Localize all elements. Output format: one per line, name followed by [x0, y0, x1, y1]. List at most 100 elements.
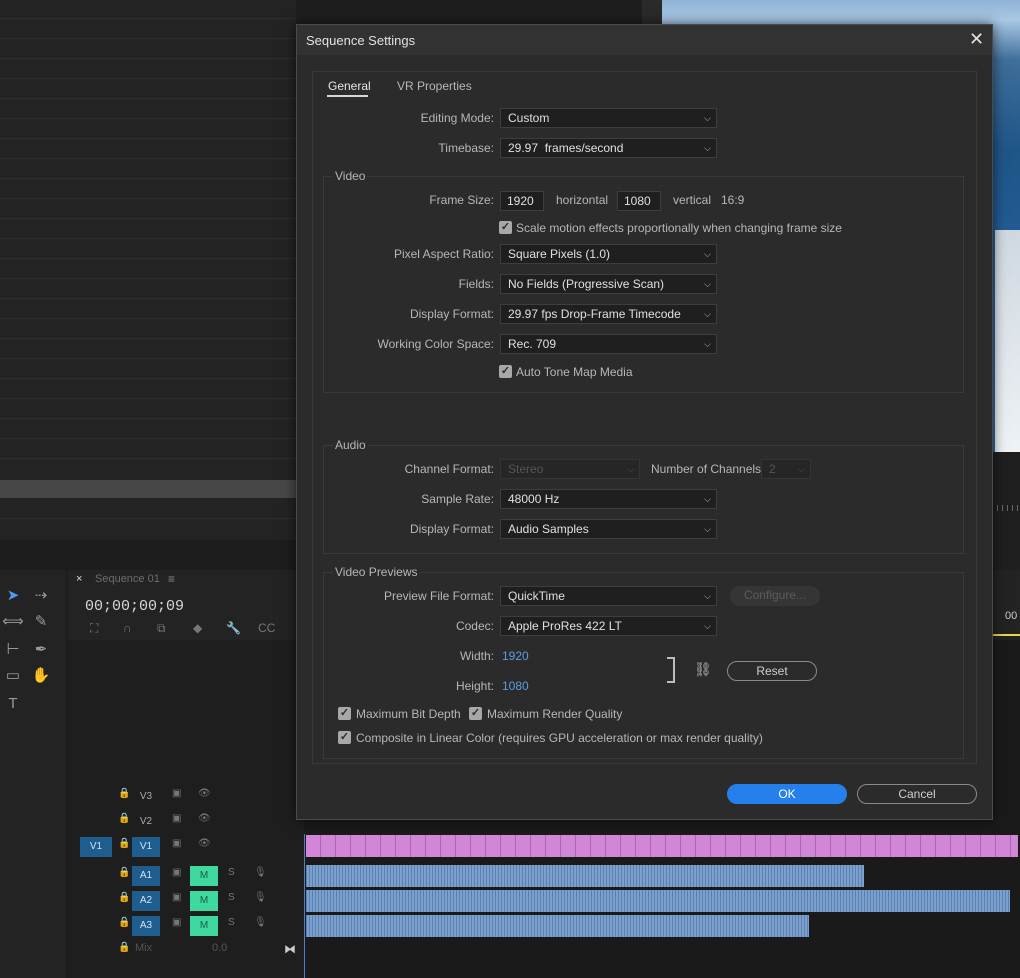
chevron-down-icon: ⌵: [704, 591, 711, 601]
mute-button[interactable]: M: [190, 866, 218, 886]
timebase-select[interactable]: 29.97 frames/second ⌵: [500, 138, 717, 158]
display-format-select[interactable]: 29.97 fps Drop-Frame Timecode ⌵: [500, 304, 717, 324]
mute-button[interactable]: M: [190, 891, 218, 911]
eye-icon[interactable]: 👁: [198, 813, 211, 824]
editing-mode-select[interactable]: Custom ⌵: [500, 108, 717, 128]
auto-tone-map-checkbox[interactable]: ✓: [499, 365, 512, 378]
frame-height-field[interactable]: 1080: [617, 191, 661, 211]
sequence-tab-close-icon[interactable]: ×: [76, 573, 82, 585]
track-label-v1[interactable]: V1: [132, 837, 160, 857]
lock-icon[interactable]: 🔒: [118, 788, 130, 799]
chevron-down-icon: ⌵: [704, 494, 711, 504]
tab-vr-properties[interactable]: VR Properties: [397, 79, 472, 93]
pixel-aspect-select[interactable]: Square Pixels (1.0) ⌵: [500, 244, 717, 264]
preview-width-value[interactable]: 1920: [502, 649, 529, 663]
add-marker-icon[interactable]: ◆: [193, 621, 202, 635]
track-label-v2[interactable]: V2: [132, 812, 160, 832]
lock-icon[interactable]: 🔒: [118, 838, 130, 849]
scale-motion-checkbox[interactable]: ✓: [499, 221, 512, 234]
microphone-icon[interactable]: 🎙: [254, 917, 267, 928]
track-label-v3[interactable]: V3: [132, 787, 160, 807]
lock-icon[interactable]: 🔒: [118, 917, 130, 928]
hand-tool-icon[interactable]: ✋: [30, 666, 52, 686]
panel-scrollbar[interactable]: [0, 480, 296, 498]
lock-icon[interactable]: 🔒: [118, 867, 130, 878]
audio-clip-a1[interactable]: [306, 865, 864, 887]
audio-clip-a3[interactable]: [306, 915, 809, 937]
track-label-a1[interactable]: A1: [132, 866, 160, 886]
playhead[interactable]: [304, 834, 305, 978]
preview-file-format-select[interactable]: QuickTime ⌵: [500, 586, 717, 606]
display-format-value: 29.97 fps Drop-Frame Timecode: [508, 307, 681, 321]
max-render-quality-checkbox[interactable]: ✓: [469, 707, 482, 720]
slip-tool-icon[interactable]: ⊢: [2, 640, 24, 660]
nest-icon[interactable]: ⛶: [90, 621, 98, 636]
work-area-bar[interactable]: [992, 634, 1020, 636]
track-select-tool-icon[interactable]: ⇢: [30, 586, 52, 606]
sequence-tab[interactable]: Sequence 01: [95, 573, 160, 585]
frame-width-field[interactable]: 1920: [500, 191, 544, 211]
chevron-down-icon: ⌵: [704, 524, 711, 534]
panel-divider[interactable]: [642, 0, 662, 24]
codec-select[interactable]: Apple ProRes 422 LT ⌵: [500, 616, 717, 636]
ok-button[interactable]: OK: [727, 784, 847, 804]
linear-color-checkbox[interactable]: ✓: [338, 731, 351, 744]
solo-button[interactable]: S: [228, 892, 235, 903]
selection-tool-icon[interactable]: ➤: [2, 586, 24, 606]
rectangle-tool-icon[interactable]: ▭: [2, 666, 24, 686]
frame-size-label: Frame Size:: [429, 193, 494, 207]
sync-icon[interactable]: ▣: [172, 892, 181, 903]
sync-icon[interactable]: ▣: [172, 813, 181, 824]
lock-icon[interactable]: 🔒: [118, 942, 130, 953]
ripple-edit-tool-icon[interactable]: ⟺: [2, 612, 24, 632]
track-label-a3[interactable]: A3: [132, 916, 160, 936]
preview-width-label: Width:: [459, 649, 494, 663]
track-row-v1: V1 🔒 V1 ▣ 👁: [68, 835, 304, 859]
num-channels-value: 2: [769, 462, 776, 476]
audio-display-format-select[interactable]: Audio Samples ⌵: [500, 519, 717, 539]
reset-button[interactable]: Reset: [727, 661, 817, 681]
eye-icon[interactable]: 👁: [198, 838, 211, 849]
sample-rate-select[interactable]: 48000 Hz ⌵: [500, 489, 717, 509]
fields-select[interactable]: No Fields (Progressive Scan) ⌵: [500, 274, 717, 294]
go-to-end-icon[interactable]: ⧓: [284, 942, 296, 956]
sync-icon[interactable]: ▣: [172, 917, 181, 928]
linked-selection-icon[interactable]: ⧉: [157, 621, 166, 636]
video-clip[interactable]: [306, 835, 1018, 857]
lock-icon[interactable]: 🔒: [118, 892, 130, 903]
max-bit-depth-checkbox[interactable]: ✓: [338, 707, 351, 720]
color-space-select[interactable]: Rec. 709 ⌵: [500, 334, 717, 354]
chain-link-icon[interactable]: ⛓: [694, 661, 712, 678]
sync-icon[interactable]: ▣: [172, 867, 181, 878]
mute-button[interactable]: M: [190, 916, 218, 936]
lock-icon[interactable]: 🔒: [118, 813, 130, 824]
microphone-icon[interactable]: 🎙: [254, 892, 267, 903]
close-icon[interactable]: ✕: [969, 29, 984, 50]
pixel-aspect-label: Pixel Aspect Ratio:: [393, 247, 494, 261]
timeline-timecode[interactable]: 00;00;00;09: [85, 598, 184, 615]
audio-clip-a2[interactable]: [306, 890, 1010, 912]
razor-tool-icon[interactable]: ✎: [30, 612, 52, 632]
chevron-down-icon: ⌵: [704, 339, 711, 349]
solo-button[interactable]: S: [228, 867, 235, 878]
wrench-icon[interactable]: 🔧: [226, 621, 241, 635]
sync-icon[interactable]: ▣: [172, 788, 181, 799]
channel-format-label: Channel Format:: [404, 462, 494, 476]
cancel-button[interactable]: Cancel: [857, 784, 977, 804]
preview-height-value[interactable]: 1080: [502, 679, 529, 693]
microphone-icon[interactable]: 🎙: [254, 867, 267, 878]
snap-magnet-icon[interactable]: ∩: [123, 621, 132, 635]
eye-icon[interactable]: 👁: [198, 788, 211, 799]
solo-button[interactable]: S: [228, 917, 235, 928]
pen-tool-icon[interactable]: ✒: [30, 640, 52, 660]
panel-menu-icon[interactable]: ≡: [168, 572, 175, 586]
captions-icon[interactable]: CC: [258, 621, 275, 635]
ruler-time-label: 00: [1005, 610, 1018, 622]
track-label-a2[interactable]: A2: [132, 891, 160, 911]
mix-volume[interactable]: 0.0: [212, 942, 227, 954]
tab-general[interactable]: General: [328, 79, 371, 93]
source-patch-v1[interactable]: V1: [80, 837, 112, 857]
track-row-v2: 🔒 V2 ▣ 👁: [68, 810, 304, 834]
sync-icon[interactable]: ▣: [172, 838, 181, 849]
type-tool-icon[interactable]: T: [2, 694, 24, 714]
